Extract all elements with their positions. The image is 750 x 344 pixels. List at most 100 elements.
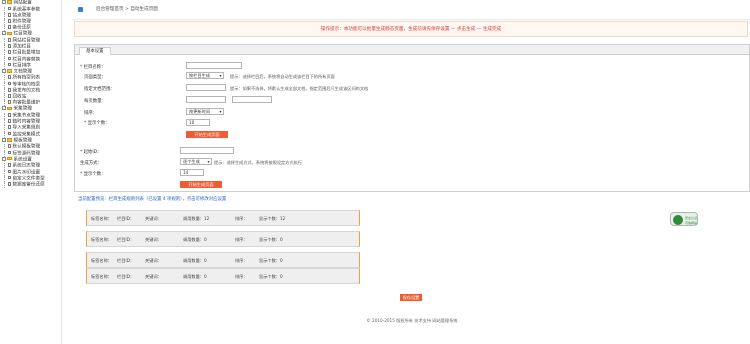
row4-label: 每页数量： xyxy=(84,99,106,104)
preview-field: 标签名称： xyxy=(91,237,112,242)
sidebar-item-label: 采集节点管理 xyxy=(12,113,41,119)
folder-icon xyxy=(7,156,12,161)
page-icon xyxy=(8,50,11,55)
sidebar-item-label: 自定义文件类型 xyxy=(12,176,45,182)
generate-mode-select[interactable]: 逐个生成 xyxy=(180,158,212,165)
folder-icon xyxy=(7,106,12,111)
sidebar-group-label: 栏目管理 xyxy=(13,31,32,37)
page-icon xyxy=(8,25,11,29)
sidebar-item-label: 回收站 xyxy=(12,94,27,100)
folder-icon xyxy=(7,69,12,73)
header-bar: 后台管理首页 > 自动生成页面 xyxy=(72,0,750,20)
page-icon xyxy=(8,75,11,80)
start-id-input[interactable] xyxy=(180,147,234,154)
sidebar-item-label: 添加栏目 xyxy=(12,44,31,50)
expand-toggle-icon[interactable] xyxy=(2,106,6,111)
generate-button-2[interactable]: 开始生成页面 xyxy=(180,181,222,188)
column-name-input[interactable] xyxy=(186,62,242,69)
sidebar-item-label: 图片水印设置 xyxy=(12,169,41,175)
sidebar-group[interactable]: 采集管理 xyxy=(0,106,61,113)
preview-card[interactable]: 标签名称： 栏目ID： 关键词： 调用数量：0 排序： 显示个数：0 xyxy=(86,252,360,268)
page-icon xyxy=(8,37,11,42)
sort-select[interactable]: 按更新时间 xyxy=(186,108,224,115)
sidebar-group[interactable]: 系统设置 xyxy=(0,156,61,164)
page-icon xyxy=(8,181,11,186)
sidebar-group-label: 系统设置 xyxy=(13,157,32,163)
save-button[interactable]: 保存设置 xyxy=(400,294,422,301)
preview-field: 关键词： xyxy=(145,274,162,279)
per-page-input-b[interactable] xyxy=(232,96,272,103)
preview-field: 显示个数：0 xyxy=(259,237,283,242)
generate-button-1[interactable]: 开始生成页面 xyxy=(186,131,228,138)
folder-icon xyxy=(7,138,12,142)
seal-icon xyxy=(673,215,683,225)
page-icon xyxy=(8,131,11,136)
page-icon xyxy=(8,175,11,180)
page-icon xyxy=(8,87,11,92)
trust-badge[interactable]: 安全认证 可信网站 xyxy=(670,212,698,226)
preview-field: 调用数量：0 xyxy=(183,258,207,263)
per-page-input-a[interactable] xyxy=(186,96,226,103)
page-icon xyxy=(8,113,11,117)
sidebar-item[interactable]: 数据库备份还原 xyxy=(0,181,61,189)
preview-field: 栏目ID： xyxy=(117,274,135,279)
preview-field: 栏目ID： xyxy=(117,216,135,221)
sidebar-group[interactable]: 网站配置 xyxy=(0,0,61,7)
sidebar-item-label: 数据库备份还原 xyxy=(12,182,45,188)
preview-card[interactable]: 标签名称： 栏目ID： 关键词： 调用数量：0 排序： 显示个数：0 xyxy=(86,268,360,284)
sidebar-group-label: 文档管理 xyxy=(13,69,32,75)
page-icon xyxy=(8,62,11,67)
preview-field: 调用数量：12 xyxy=(183,216,210,221)
page-icon xyxy=(8,56,11,61)
display-count-input-2[interactable]: 14 xyxy=(180,169,204,176)
expand-toggle-icon[interactable] xyxy=(2,31,6,36)
preview-card[interactable]: 标签名称： 栏目ID： 关键词： 调用数量：0 排序： 显示个数：0 xyxy=(86,231,360,247)
expand-toggle-icon[interactable] xyxy=(2,137,6,142)
page-icon xyxy=(8,150,11,155)
preview-field: 显示个数：0 xyxy=(259,274,283,279)
sidebar-group[interactable]: 模板管理 xyxy=(0,137,61,145)
page-icon xyxy=(8,44,11,48)
footer: © 2010-2015 版权所有 技术支持 网站管理系统 xyxy=(366,318,458,323)
preview-field: 关键词： xyxy=(145,258,162,263)
sidebar-group-label: 采集管理 xyxy=(13,106,32,112)
row8-label: 生成方式： xyxy=(80,161,102,166)
row1-label: * 栏目名称： xyxy=(80,65,106,70)
sidebar-item-label: 临时内容管理 xyxy=(12,119,41,125)
page-icon xyxy=(8,100,11,105)
page-icon xyxy=(8,94,11,98)
sidebar-group[interactable]: 文档管理 xyxy=(0,68,61,76)
sidebar-item-label: 监控采集模式 xyxy=(12,131,41,137)
page-icon xyxy=(8,81,11,86)
expand-toggle-icon[interactable] xyxy=(2,0,6,4)
preview-field: 栏目ID： xyxy=(117,237,135,242)
tab-basic-settings[interactable]: 基本设置 xyxy=(79,47,111,55)
row3-label: 指定文档范围： xyxy=(84,87,115,92)
sidebar-item-label: 附件管理 xyxy=(12,19,31,25)
preview-field: 排序： xyxy=(235,274,248,279)
sidebar-group-label: 模板管理 xyxy=(13,138,32,144)
row8-tip: 提示：选择生成方式，系统将按照设定方式执行 xyxy=(214,160,302,165)
doc-range-start-input[interactable] xyxy=(186,84,226,91)
page-icon xyxy=(8,18,11,23)
page-type-select[interactable]: 按栏目生成 xyxy=(186,72,224,79)
sidebar-item-label: 栏目内容替换 xyxy=(12,56,41,62)
expand-toggle-icon[interactable] xyxy=(2,156,6,161)
home-icon[interactable] xyxy=(78,7,83,12)
preview-field: 显示个数：0 xyxy=(259,258,283,263)
tab-strip: 基本设置 xyxy=(75,45,749,55)
display-count-input[interactable]: 10 xyxy=(186,119,210,126)
preview-field: 标签名称： xyxy=(91,274,112,279)
row9-label: * 显示个数： xyxy=(80,172,106,177)
sidebar-group[interactable]: 栏目管理 xyxy=(0,31,61,38)
sidebar-item-label: 栏目批量增加 xyxy=(12,50,41,56)
sidebar-tree: 网站配置 系统基本参数 站点管理 附件管理 备份还原 栏目管理 网站栏目管理 添加栏目 栏目批量… xyxy=(0,0,62,344)
page-icon xyxy=(8,163,11,168)
expand-toggle-icon[interactable] xyxy=(2,68,6,73)
preview-field: 调用数量：0 xyxy=(183,237,207,242)
sidebar-item-label: 系统基本参数 xyxy=(12,7,41,12)
preview-card[interactable]: 标签名称： 栏目ID： 关键词： 调用数量：12 排序： 显示个数：12 xyxy=(86,210,360,226)
page-icon xyxy=(8,12,11,17)
preview-field: 标签名称： xyxy=(91,258,112,263)
preview-field: 排序： xyxy=(235,216,248,221)
